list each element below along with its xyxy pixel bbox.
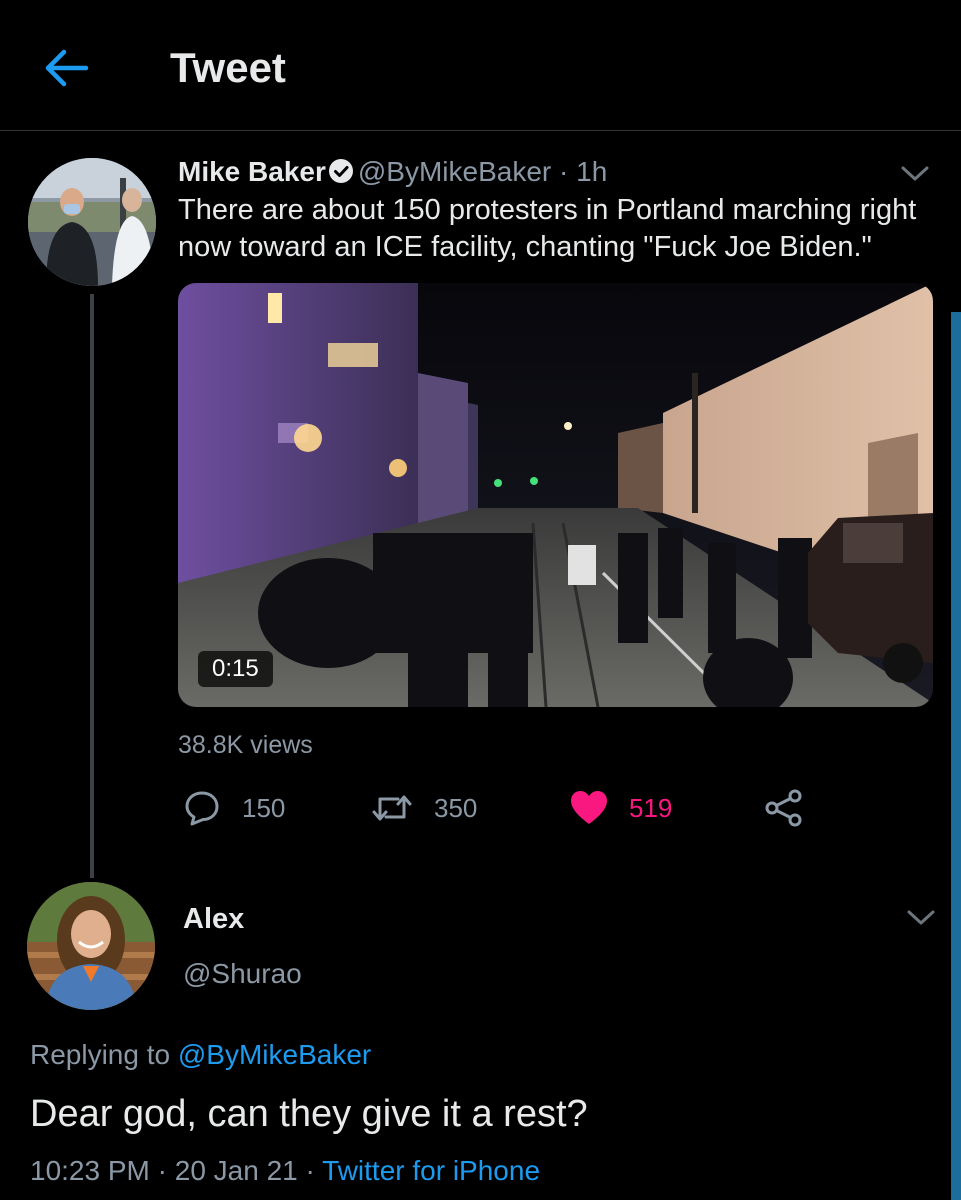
avatar-photo [28,158,156,286]
reply-date: 20 Jan 21 [174,1155,298,1186]
reply-count: 150 [242,792,286,823]
reply-author-handle[interactable]: @Shurao [183,955,302,993]
scroll-indicator[interactable] [951,312,961,1200]
author-avatar[interactable] [28,158,156,286]
avatar-photo [27,882,155,1010]
chevron-down-icon [901,166,929,181]
arrow-left-icon [45,49,89,87]
like-count: 519 [629,792,673,823]
author-name[interactable]: Mike Baker [178,156,326,187]
tweet-author-line: Mike Baker @ByMikeBaker · 1h [178,152,607,195]
video-thumbnail[interactable] [178,283,933,707]
reply-text: Dear god, can they give it a rest? [30,1093,588,1135]
comment-icon [185,791,219,826]
separator-dot: · [149,1155,175,1186]
author-handle[interactable]: @ByMikeBaker [358,156,551,187]
verified-badge-icon [328,155,354,195]
tweet-time[interactable]: 1h [576,156,607,187]
reply-time: 10:23 PM [30,1155,150,1186]
share-button[interactable] [764,786,804,830]
reply-menu-button[interactable] [904,902,938,932]
retweet-count: 350 [434,792,478,823]
replying-to-handle[interactable]: @ByMikeBaker [178,1039,371,1070]
heart-icon [571,791,607,824]
reply-source-link[interactable]: Twitter for iPhone [322,1155,540,1186]
reply-author-avatar[interactable] [27,882,155,1010]
page-title: Tweet [170,44,286,91]
reply-button[interactable]: 150 [182,786,285,830]
separator-dot: · [297,1155,323,1186]
retweet-button[interactable]: 350 [370,786,477,830]
view-count: 38.8K views [178,731,313,759]
video-frame [178,283,933,707]
replying-prefix: Replying to [30,1039,178,1070]
reply-author-name[interactable]: Alex [183,900,244,938]
video-duration-badge: 0:15 [198,651,273,687]
tweet-text: There are about 150 protesters in Portla… [178,194,917,263]
replying-to-line: Replying to @ByMikeBaker [30,1036,371,1074]
chevron-down-icon [907,910,935,925]
share-icon [765,789,802,827]
back-button[interactable] [40,44,92,92]
retweet-icon [372,795,412,821]
like-button[interactable]: 519 [569,786,672,830]
thread-connector [90,294,94,878]
tweet-menu-button[interactable] [898,158,932,188]
separator-dot: · [551,156,577,187]
reply-meta: 10:23 PM · 20 Jan 21 · Twitter for iPhon… [30,1152,540,1190]
top-bar [0,0,961,131]
